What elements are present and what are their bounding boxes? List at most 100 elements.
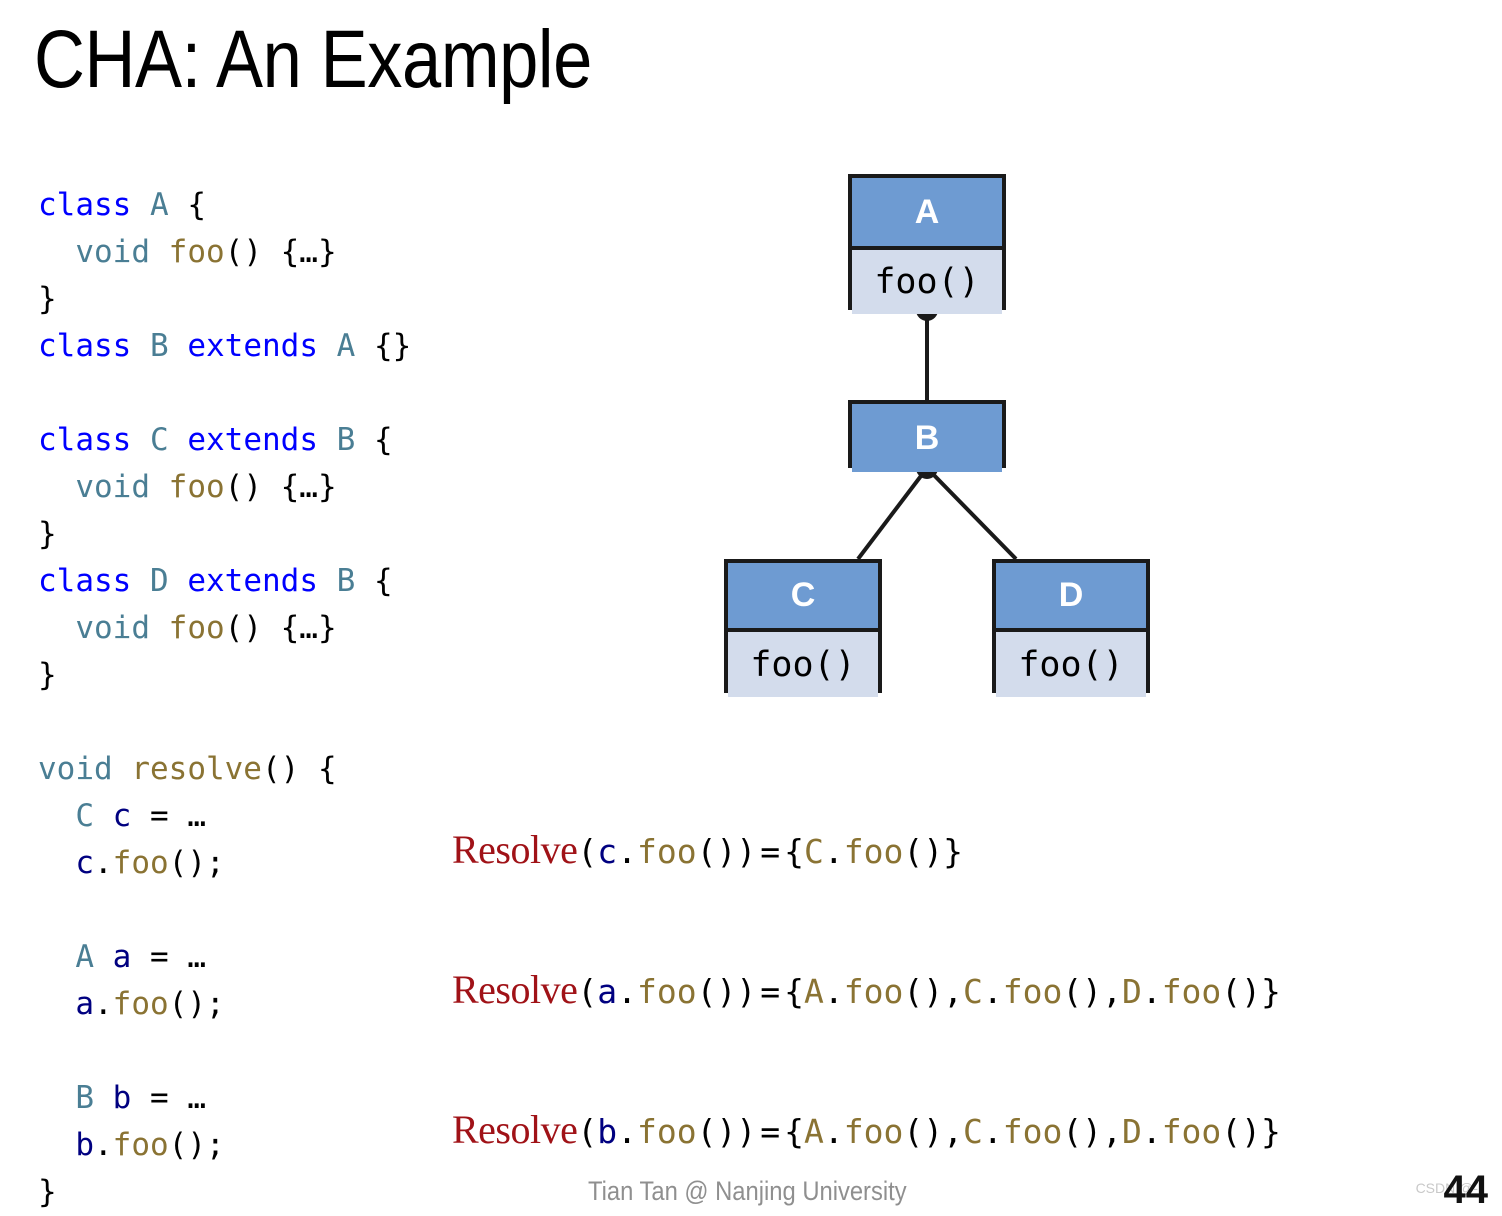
resolve-token: . xyxy=(1141,1112,1162,1151)
code-token: { xyxy=(355,422,393,458)
resolve-token: . xyxy=(982,972,1003,1011)
code-token: c xyxy=(112,798,132,834)
resolve-token: , xyxy=(943,972,963,1011)
uml-class-method-c: foo() xyxy=(728,628,878,697)
resolve-token: () xyxy=(1062,1112,1103,1151)
code-line: void resolve() { xyxy=(38,746,558,793)
footer-author: Tian Tan @ Nanjing University xyxy=(588,1176,907,1206)
code-token: } xyxy=(38,281,57,317)
code-token: class xyxy=(38,328,132,364)
resolve-token: ( xyxy=(577,972,598,1011)
code-token: c xyxy=(75,845,94,881)
code-token: () { xyxy=(261,751,337,787)
resolve-token: ( xyxy=(577,832,598,871)
resolve-token: . xyxy=(617,832,637,871)
uml-class-method-a: foo() xyxy=(852,246,1002,314)
code-token: D xyxy=(150,563,169,599)
code-token: void xyxy=(38,751,113,787)
code-token: void xyxy=(75,610,150,646)
resolve-token: ()) xyxy=(696,1112,757,1151)
code-token: foo xyxy=(168,469,225,505)
code-token: . xyxy=(94,1127,113,1163)
resolve-token: C xyxy=(962,972,983,1011)
resolve-token: foo xyxy=(843,1112,904,1151)
resolve-token: D xyxy=(1121,1112,1142,1151)
resolve-token: () xyxy=(903,1112,944,1151)
code-token: } xyxy=(38,657,57,693)
code-token: = … xyxy=(131,1080,206,1116)
code-line: class A { xyxy=(38,182,558,229)
code-token: C xyxy=(150,422,169,458)
code-token: void xyxy=(75,234,150,270)
code-token: extends xyxy=(187,563,318,599)
resolve-token: . xyxy=(982,1112,1003,1151)
code-token: foo xyxy=(168,610,225,646)
resolve-token: . xyxy=(823,972,844,1011)
code-line: } xyxy=(38,652,558,699)
code-line: class D extends B { xyxy=(38,558,558,605)
code-token: B xyxy=(336,422,356,458)
resolve-token: foo xyxy=(843,972,904,1011)
code-token: foo xyxy=(112,986,169,1022)
code-token: A xyxy=(150,187,169,223)
code-token: } xyxy=(38,516,57,552)
source-code-block: class A { void foo() {…}} class B extends… xyxy=(38,182,558,1216)
resolve-token: = xyxy=(760,832,781,871)
code-token: {} xyxy=(355,328,412,364)
resolve-token: foo xyxy=(1161,1112,1222,1151)
resolve-keyword: Resolve xyxy=(452,967,578,1012)
resolve-token: . xyxy=(1141,972,1162,1011)
uml-class-name-b: B xyxy=(852,404,1002,472)
edge-b-c xyxy=(856,466,929,561)
page-title: CHA: An Example xyxy=(34,14,592,105)
code-token: B xyxy=(75,1080,94,1116)
class-hierarchy-diagram: Afoo() B Cfoo() Dfoo() xyxy=(700,160,1180,720)
code-line: } xyxy=(38,1169,558,1216)
code-token: extends xyxy=(187,328,318,364)
resolve-a: Resolve(a.foo()) = {A.foo(),C.foo(),D.foo(… xyxy=(452,970,1281,1012)
resolve-token: = xyxy=(760,972,781,1011)
code-token: () {…} xyxy=(224,610,337,646)
code-token: foo xyxy=(112,845,169,881)
uml-class-box-a: Afoo() xyxy=(848,174,1006,314)
code-token: () {…} xyxy=(224,234,337,270)
code-token: class xyxy=(38,187,132,223)
code-token: A xyxy=(75,939,94,975)
resolve-token: . xyxy=(823,1112,844,1151)
code-token: A xyxy=(336,328,356,364)
uml-class-box-c: Cfoo() xyxy=(724,559,882,697)
code-line: class B extends A {} xyxy=(38,323,558,370)
code-token: b xyxy=(75,1127,94,1163)
resolve-token: { xyxy=(784,832,804,871)
code-token: (); xyxy=(168,1127,225,1163)
code-line: void foo() {…} xyxy=(38,464,558,511)
code-line: } xyxy=(38,276,558,323)
code-token: resolve xyxy=(131,751,262,787)
resolve-c: Resolve(c.foo()) = {C.foo()} xyxy=(452,830,963,872)
resolve-b: Resolve(b.foo()) = {A.foo(),C.foo(),D.foo(… xyxy=(452,1110,1281,1152)
resolve-token: foo xyxy=(843,832,904,871)
code-token: } xyxy=(38,1174,57,1210)
resolve-token: () xyxy=(1221,1112,1262,1151)
uml-class-name-d: D xyxy=(996,563,1146,628)
resolve-token: () xyxy=(1221,972,1262,1011)
resolve-token: . xyxy=(617,972,637,1011)
resolve-token: { xyxy=(784,1112,804,1151)
resolve-token: A xyxy=(803,972,824,1011)
